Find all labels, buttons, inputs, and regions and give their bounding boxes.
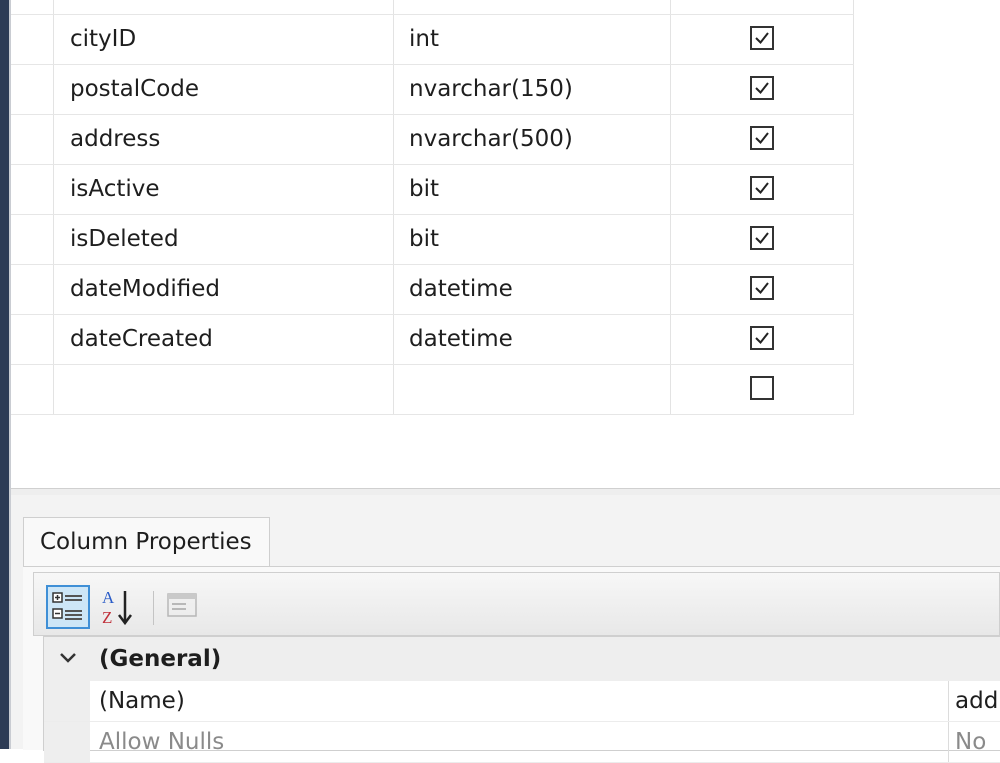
alphabetical-button[interactable]: A Z: [98, 585, 142, 629]
checkmark-icon: [755, 82, 769, 95]
categorized-icon: [52, 592, 82, 620]
property-gutter: [44, 681, 90, 721]
checkmark-icon: [755, 132, 769, 145]
window-frame: [0, 0, 9, 749]
property-gutter: [44, 722, 90, 762]
chevron-down-icon[interactable]: [57, 647, 79, 669]
data-type-cell[interactable]: [409, 0, 659, 14]
property-divider: [948, 681, 949, 721]
checkmark-icon: [755, 282, 769, 295]
property-divider: [948, 722, 949, 762]
table-row[interactable]: isActive bit: [11, 165, 854, 215]
table-row[interactable]: isDeleted bit: [11, 215, 854, 265]
sort-alphabetical-icon: A Z: [102, 588, 132, 627]
column-name-cell[interactable]: [70, 0, 390, 14]
column-name-cell[interactable]: postalCode: [70, 65, 390, 114]
toolbar-separator: [153, 591, 154, 625]
property-value[interactable]: No: [955, 722, 986, 762]
allow-nulls-checkbox[interactable]: [750, 326, 774, 350]
property-row-name[interactable]: (Name) add: [44, 681, 1000, 722]
property-pages-icon: [167, 593, 197, 617]
column-grid: cityID int postalCode nvarchar(150) address n…: [11, 0, 854, 415]
table-row[interactable]: [11, 365, 854, 415]
properties-toolbar: A Z: [33, 572, 1000, 636]
data-type-cell[interactable]: bit: [409, 215, 659, 264]
allow-nulls-checkbox[interactable]: [750, 176, 774, 200]
property-name: Allow Nulls: [99, 729, 225, 755]
table-row[interactable]: dateCreated datetime: [11, 315, 854, 365]
data-type-cell[interactable]: nvarchar(500): [409, 115, 659, 164]
tab-label: Column Properties: [40, 529, 252, 555]
column-name-cell[interactable]: address: [70, 115, 390, 164]
property-value[interactable]: add: [955, 681, 998, 721]
allow-nulls-checkbox[interactable]: [750, 226, 774, 250]
allow-nulls-checkbox[interactable]: [750, 376, 774, 400]
table-row[interactable]: cityID int: [11, 15, 854, 65]
data-type-cell[interactable]: datetime: [409, 315, 659, 364]
allow-nulls-checkbox[interactable]: [750, 76, 774, 100]
column-name-cell[interactable]: [70, 365, 390, 414]
svg-text:Z: Z: [102, 608, 112, 627]
checkmark-icon: [755, 32, 769, 45]
data-type-cell[interactable]: [409, 365, 659, 414]
data-type-cell[interactable]: bit: [409, 165, 659, 214]
data-type-cell[interactable]: nvarchar(150): [409, 65, 659, 114]
tab-column-properties[interactable]: Column Properties: [23, 517, 270, 567]
property-grid: (General) (Name) add Allow Nulls No: [43, 636, 1000, 763]
svg-text:A: A: [102, 588, 115, 607]
checkmark-icon: [755, 232, 769, 245]
data-type-cell[interactable]: datetime: [409, 265, 659, 314]
table-row[interactable]: dateModified datetime: [11, 265, 854, 315]
checkmark-icon: [755, 182, 769, 195]
column-name-cell[interactable]: dateModified: [70, 265, 390, 314]
property-pages-button[interactable]: [162, 585, 206, 629]
categorized-button[interactable]: [46, 585, 90, 629]
table-row[interactable]: [11, 0, 854, 15]
allow-nulls-checkbox[interactable]: [750, 26, 774, 50]
property-name: (Name): [99, 688, 185, 714]
allow-nulls-checkbox[interactable]: [750, 276, 774, 300]
column-name-cell[interactable]: isDeleted: [70, 215, 390, 264]
column-name-cell[interactable]: cityID: [70, 15, 390, 64]
category-general[interactable]: (General): [44, 637, 1000, 681]
column-name-cell[interactable]: dateCreated: [70, 315, 390, 364]
category-label: (General): [99, 646, 222, 672]
allow-nulls-checkbox[interactable]: [750, 126, 774, 150]
data-type-cell[interactable]: int: [409, 15, 659, 64]
checkmark-icon: [755, 332, 769, 345]
property-row-allow-nulls[interactable]: Allow Nulls No: [44, 722, 1000, 763]
column-name-cell[interactable]: isActive: [70, 165, 390, 214]
table-row[interactable]: postalCode nvarchar(150): [11, 65, 854, 115]
table-row[interactable]: address nvarchar(500): [11, 115, 854, 165]
